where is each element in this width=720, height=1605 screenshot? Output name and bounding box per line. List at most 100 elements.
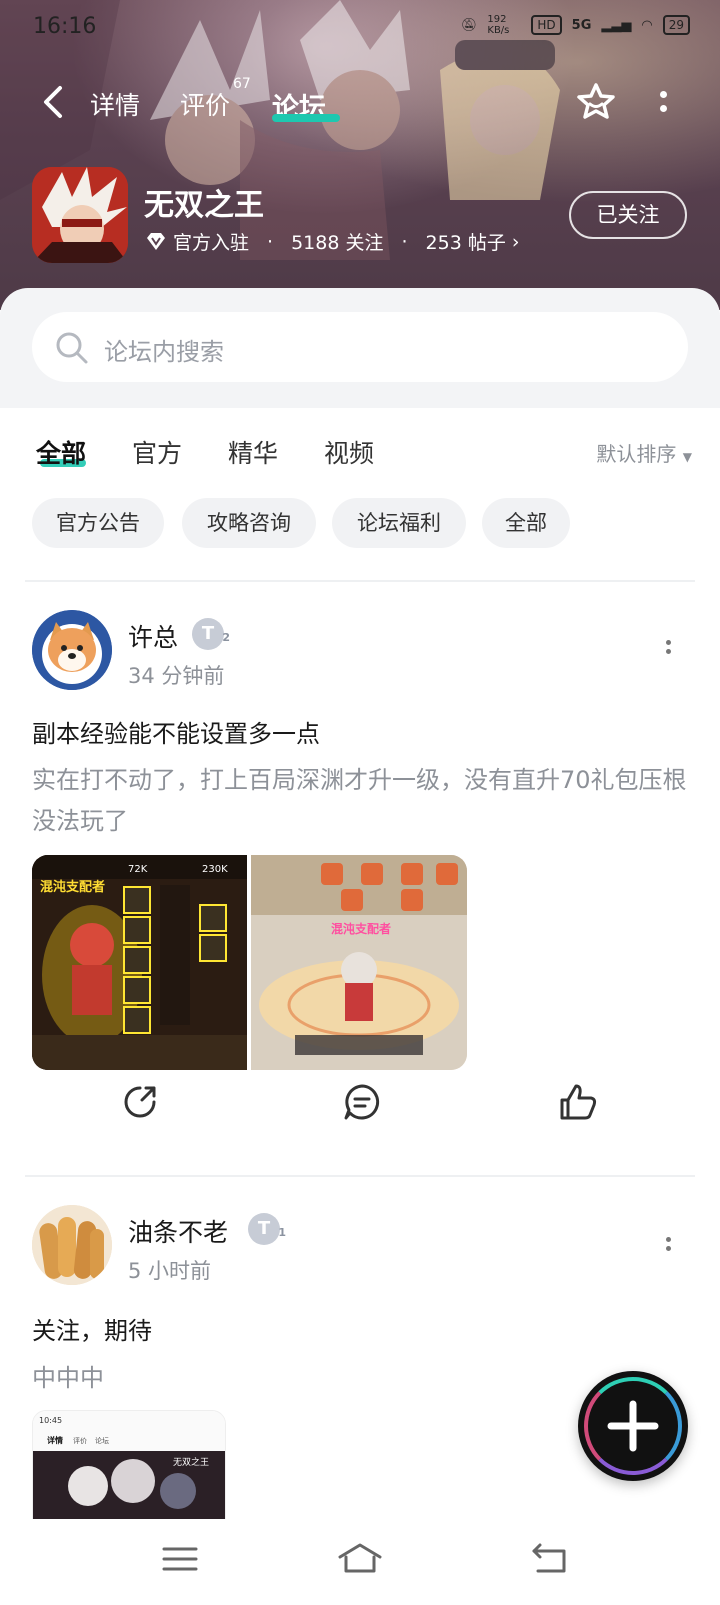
back-button[interactable] [36, 80, 72, 124]
filter-tab-video[interactable]: 视频 [324, 434, 374, 470]
game-meta: 官方入驻 · 5188 关注 · 253 帖子 › [145, 228, 519, 255]
search-input[interactable]: 论坛内搜索 [32, 312, 688, 382]
system-nav-bar [0, 1519, 720, 1605]
avatar[interactable] [32, 610, 112, 690]
star-icon [577, 83, 615, 119]
official-label: 官方入驻 [173, 232, 250, 254]
chip-announcements[interactable]: 官方公告 [32, 498, 164, 548]
game-character-image [32, 167, 128, 263]
meta-separator: · [267, 230, 274, 253]
img-text-power2: 230K [202, 864, 228, 875]
tab-reviews[interactable]: 评价 [180, 86, 230, 122]
post-time: 5 小时前 [128, 1259, 212, 1283]
post-title[interactable]: 副本经验能不能设置多一点 [32, 714, 320, 749]
signal-label: 5G [571, 17, 592, 33]
like-button[interactable] [556, 1080, 600, 1124]
wifi-icon: ◠ [641, 17, 653, 33]
more-dot-icon [665, 649, 671, 654]
img-text-power: 72K [128, 864, 148, 875]
post-image[interactable]: 混沌支配者 [251, 855, 467, 1070]
game-title: 无双之王 [144, 188, 264, 223]
shiba-avatar-image [32, 610, 112, 690]
divider [25, 580, 695, 582]
reviews-count-badge: 67 [233, 76, 251, 92]
share-button[interactable] [118, 1080, 162, 1124]
youtiao-avatar-image [32, 1205, 112, 1285]
mute-icon: 🔕︎ [460, 17, 478, 33]
search-icon [56, 332, 88, 364]
hd-icon: HD [531, 15, 562, 35]
level-badge: T 1 [248, 1213, 286, 1245]
chip-guides[interactable]: 攻略咨询 [182, 498, 316, 548]
tab-active-indicator [272, 114, 340, 122]
post-time: 34 分钟前 [128, 664, 225, 688]
thumb-tab2: 评价 [73, 1437, 87, 1445]
more-dot-icon [665, 1237, 671, 1242]
filter-tab-featured[interactable]: 精华 [228, 434, 278, 470]
more-dot-icon [659, 105, 667, 112]
posts-count[interactable]: 253 帖子 [426, 228, 506, 255]
menu-icon [162, 1547, 198, 1571]
comment-button[interactable] [340, 1080, 384, 1124]
filter-tab-all[interactable]: 全部 [36, 434, 86, 470]
more-dot-icon [665, 640, 671, 645]
chevron-left-icon [44, 86, 62, 118]
sort-dropdown[interactable]: 默认排序 ▼ [596, 438, 692, 467]
more-options-button[interactable] [655, 88, 671, 118]
filter-section: 全部 官方 精华 视频 默认排序 ▼ 官方公告 攻略咨询 论坛福利 全部 [0, 408, 720, 568]
favorite-button[interactable] [574, 80, 618, 124]
level-badge: T 2 [192, 618, 230, 650]
menu-button[interactable] [156, 1539, 204, 1579]
search-section: 论坛内搜索 [0, 288, 720, 408]
post-image[interactable]: 72K 230K 混沌支配者 [32, 855, 247, 1070]
game-screenshot-image: 混沌支配者 [251, 855, 467, 1070]
back-arrow-icon [532, 1543, 566, 1573]
battery-icon: 29 [662, 15, 690, 35]
app-screenshot-image: 10:45 详情 评价 论坛 无双之王 [33, 1411, 225, 1521]
post-author[interactable]: 油条不老 [128, 1213, 228, 1249]
post-more-button[interactable] [660, 1235, 676, 1263]
level-letter: T [257, 1218, 271, 1239]
level-number: 2 [222, 631, 230, 644]
followers-count: 5188 关注 [291, 232, 384, 254]
diamond-icon [147, 232, 165, 250]
post-author[interactable]: 许总 [128, 618, 178, 654]
avatar[interactable] [32, 1205, 112, 1285]
home-button[interactable] [336, 1539, 384, 1579]
chip-all[interactable]: 全部 [482, 498, 570, 548]
post-image[interactable]: 10:45 详情 评价 论坛 无双之王 [32, 1410, 226, 1522]
search-placeholder: 论坛内搜索 [104, 338, 224, 366]
tab-details[interactable]: 详情 [90, 86, 140, 122]
chip-welfare[interactable]: 论坛福利 [332, 498, 466, 548]
status-time: 16:16 [33, 14, 97, 39]
level-number: 1 [278, 1226, 286, 1239]
post-title[interactable]: 关注，期待 [32, 1311, 152, 1346]
comment-icon [344, 1084, 380, 1120]
sort-label: 默认排序 [596, 442, 677, 466]
status-icons: 🔕︎ 192 KB/s HD 5G ▂▃▅ ◠ 29 [461, 14, 690, 36]
network-speed: 192 KB/s [487, 14, 510, 36]
thumb-time: 10:45 [39, 1416, 62, 1425]
signal-icon: ▂▃▅ [601, 17, 632, 33]
new-post-button[interactable] [578, 1371, 688, 1481]
follow-button[interactable]: 已关注 [569, 191, 687, 239]
game-icon [32, 167, 128, 263]
more-dot-icon [659, 91, 667, 98]
status-bar: 16:16 🔕︎ 192 KB/s HD 5G ▂▃▅ ◠ 29 [0, 0, 720, 56]
filter-tab-official[interactable]: 官方 [132, 434, 182, 470]
chevron-right-icon: › [511, 230, 520, 253]
home-icon [338, 1543, 382, 1573]
thumb-game: 无双之王 [173, 1456, 209, 1468]
plus-icon [607, 1400, 659, 1452]
post-body[interactable]: 实在打不动了，打上百局深渊才升一级，没有直升70礼包压根没法玩了 [32, 760, 692, 842]
img-text-title: 混沌支配者 [40, 879, 105, 895]
thumb-tab3: 论坛 [95, 1436, 109, 1445]
system-back-button[interactable] [526, 1539, 574, 1579]
thumb-tab1: 详情 [47, 1435, 63, 1445]
thumbs-up-icon [560, 1084, 597, 1120]
game-screenshot-image: 72K 230K 混沌支配者 [32, 855, 247, 1070]
post-more-button[interactable] [660, 638, 676, 666]
img-text-title: 混沌支配者 [331, 921, 391, 936]
level-letter: T [201, 623, 215, 644]
divider [25, 1175, 695, 1177]
